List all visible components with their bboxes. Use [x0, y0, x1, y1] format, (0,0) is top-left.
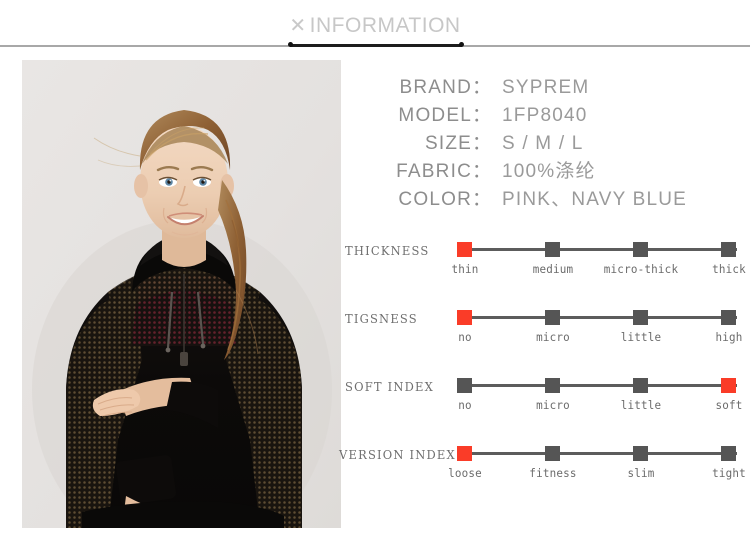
- scale-line: [465, 452, 737, 455]
- spec-colon-fabric: ：: [472, 161, 493, 182]
- scale-option-soft-index-3: soft: [715, 398, 743, 412]
- scale-node-version-index-1[interactable]: [545, 446, 560, 461]
- product-spec-list: BRAND ： SYPREM MODEL ： 1FP8040 SIZE ： S …: [352, 72, 742, 212]
- spec-value-size: S / M / L: [502, 133, 584, 154]
- x-mark-icon: ✕: [289, 15, 307, 37]
- scale-version-index: VERSION INDEX loose fitness slim tight: [339, 442, 746, 510]
- scale-option-version-index-2: slim: [627, 466, 655, 480]
- scale-option-version-index-3: tight: [712, 466, 746, 480]
- scale-node-thickness-1[interactable]: [545, 242, 560, 257]
- spec-value-model: 1FP8040: [502, 105, 588, 126]
- scale-node-tigsness-2[interactable]: [633, 310, 648, 325]
- scale-node-soft-index-1[interactable]: [545, 378, 560, 393]
- page-title-text: INFORMATION: [309, 14, 461, 37]
- scale-label-tigsness: TIGSNESS: [345, 311, 418, 326]
- scale-label-thickness: THICKNESS: [345, 243, 430, 258]
- spec-colon-size: ：: [472, 133, 493, 154]
- scale-option-tigsness-1: micro: [536, 330, 570, 344]
- scale-track-thickness[interactable]: thin medium micro-thick thick: [451, 238, 746, 284]
- scale-node-thickness-3[interactable]: [721, 242, 736, 257]
- scale-track-version-index[interactable]: loose fitness slim tight: [448, 442, 746, 488]
- product-photo-illustration: [22, 60, 341, 528]
- scale-option-soft-index-1: micro: [536, 398, 570, 412]
- scale-node-version-index-2[interactable]: [633, 446, 648, 461]
- spec-key-brand: BRAND: [399, 77, 472, 98]
- scale-option-version-index-0: loose: [448, 466, 482, 480]
- scale-node-version-index-3[interactable]: [721, 446, 736, 461]
- scale-line: [465, 248, 737, 251]
- scale-tigsness: TIGSNESS no micro little high: [345, 306, 745, 374]
- scale-node-soft-index-2[interactable]: [633, 378, 648, 393]
- header-divider-dot-left: [288, 42, 293, 47]
- scale-option-thickness-3: thick: [712, 262, 746, 276]
- scale-option-tigsness-2: little: [620, 330, 662, 344]
- spec-colon-brand: ：: [472, 77, 493, 98]
- scale-label-version-index: VERSION INDEX: [339, 447, 456, 462]
- scale-option-thickness-1: medium: [532, 262, 574, 276]
- spec-row-model: MODEL ： 1FP8040: [352, 100, 742, 128]
- spec-key-size: SIZE: [424, 133, 472, 154]
- scale-node-tigsness-3[interactable]: [721, 310, 736, 325]
- scale-soft-index: SOFT INDEX no micro little soft: [345, 374, 745, 442]
- scale-option-tigsness-3: high: [715, 330, 743, 344]
- scale-option-tigsness-0: no: [458, 330, 472, 344]
- product-photo: [22, 60, 341, 528]
- scale-option-thickness-0: thin: [451, 262, 479, 276]
- scale-line: [465, 316, 737, 319]
- spec-colon-model: ：: [472, 105, 493, 126]
- scale-node-tigsness-0[interactable]: [457, 310, 472, 325]
- spec-key-fabric: FABRIC: [396, 161, 472, 182]
- scale-label-soft-index: SOFT INDEX: [345, 379, 434, 394]
- spec-row-brand: BRAND ： SYPREM: [352, 72, 742, 100]
- scale-node-tigsness-1[interactable]: [545, 310, 560, 325]
- spec-value-fabric: 100%涤纶: [502, 161, 596, 182]
- scale-node-version-index-0[interactable]: [457, 446, 472, 461]
- product-rating-scales: THICKNESS thin medium micro-thick thick …: [339, 238, 746, 510]
- spec-value-brand: SYPREM: [502, 77, 590, 98]
- scale-thickness: THICKNESS thin medium micro-thick thick: [345, 238, 746, 306]
- scale-node-thickness-0[interactable]: [457, 242, 472, 257]
- scale-track-soft-index[interactable]: no micro little soft: [457, 374, 745, 420]
- scale-option-thickness-2: micro-thick: [603, 262, 679, 276]
- page-header: ✕ INFORMATION: [0, 0, 750, 50]
- scale-node-soft-index-3[interactable]: [721, 378, 736, 393]
- header-divider-dot-right: [459, 42, 464, 47]
- spec-value-color: PINK、NAVY BLUE: [502, 189, 688, 210]
- scale-option-soft-index-2: little: [620, 398, 662, 412]
- scale-option-version-index-1: fitness: [529, 466, 577, 480]
- spec-row-color: COLOR ： PINK、NAVY BLUE: [352, 184, 742, 212]
- scale-option-soft-index-0: no: [458, 398, 472, 412]
- page-title: ✕ INFORMATION: [0, 13, 750, 38]
- scale-line: [465, 384, 737, 387]
- spec-colon-color: ：: [472, 189, 493, 210]
- scale-track-tigsness[interactable]: no micro little high: [457, 306, 745, 352]
- spec-key-model: MODEL: [398, 105, 472, 126]
- scale-node-soft-index-0[interactable]: [457, 378, 472, 393]
- header-divider-dark: [290, 44, 462, 47]
- spec-row-size: SIZE ： S / M / L: [352, 128, 742, 156]
- spec-key-color: COLOR: [398, 189, 472, 210]
- scale-node-thickness-2[interactable]: [633, 242, 648, 257]
- spec-row-fabric: FABRIC ： 100%涤纶: [352, 156, 742, 184]
